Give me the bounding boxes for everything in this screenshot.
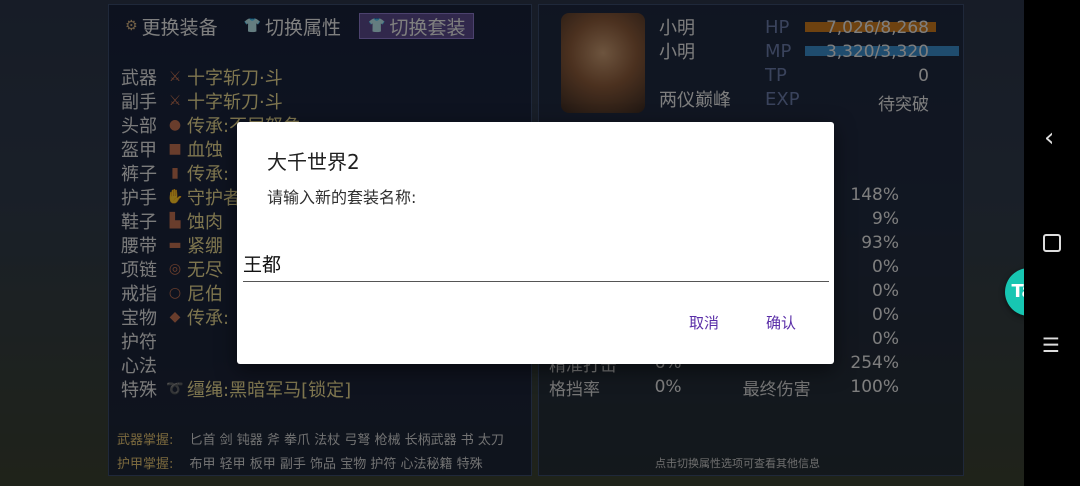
back-icon[interactable]: ‹ bbox=[1044, 125, 1064, 151]
android-nav-bar: ‹ ☰ bbox=[1024, 0, 1080, 486]
cancel-button[interactable]: 取消 bbox=[689, 312, 719, 333]
home-icon[interactable] bbox=[1043, 234, 1061, 252]
outfit-name-input[interactable] bbox=[243, 246, 829, 282]
dialog-message: 请输入新的套装名称: bbox=[267, 188, 417, 207]
rename-outfit-dialog: 大千世界2 请输入新的套装名称: 取消 确认 bbox=[237, 122, 834, 364]
menu-icon[interactable]: ☰ bbox=[1042, 335, 1062, 355]
confirm-button[interactable]: 确认 bbox=[766, 312, 796, 333]
dialog-title: 大千世界2 bbox=[267, 150, 360, 174]
